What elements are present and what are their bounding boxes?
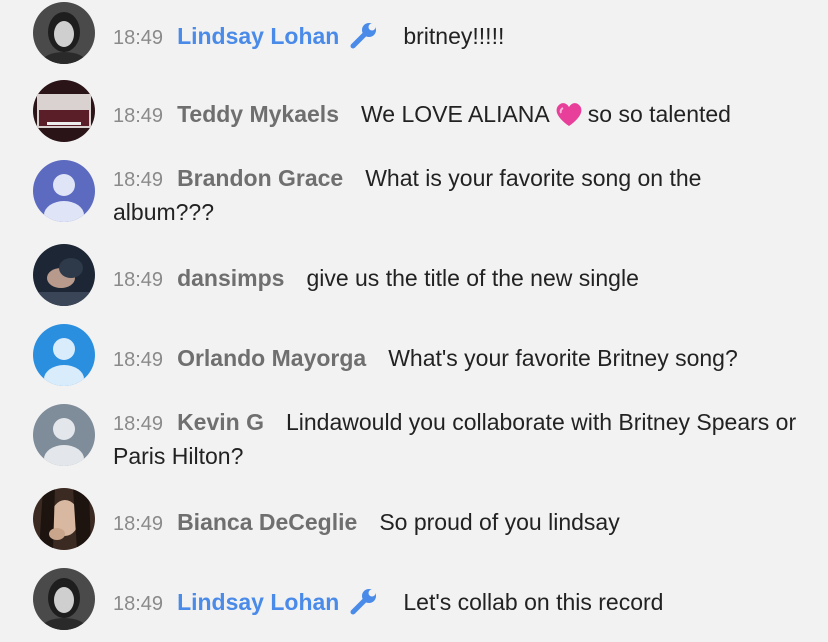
author-name[interactable]: Kevin G (177, 409, 264, 435)
pink-heart-icon (554, 100, 584, 136)
timestamp: 18:49 (113, 413, 164, 435)
timestamp: 18:49 (113, 105, 164, 127)
timestamp: 18:49 (113, 269, 164, 291)
avatar[interactable] (33, 2, 95, 64)
timestamp: 18:49 (113, 169, 164, 191)
timestamp: 18:49 (113, 593, 164, 615)
avatar[interactable] (33, 160, 95, 222)
avatar[interactable] (33, 404, 95, 466)
wrench-icon (349, 22, 379, 58)
message-text: so so talented (587, 101, 731, 127)
author-name[interactable]: dansimps (177, 265, 284, 291)
avatar[interactable] (33, 568, 95, 630)
timestamp: 18:49 (113, 513, 164, 535)
wrench-icon (349, 588, 379, 624)
avatar[interactable] (33, 324, 95, 386)
author-name[interactable]: Teddy Mykaels (177, 101, 339, 127)
message-text: britney!!!!! (403, 23, 505, 49)
chat-list: 18:49 Lindsay Lohan britney!!!!! 18:49 Tedd… (0, 0, 828, 642)
avatar[interactable] (33, 80, 95, 142)
avatar[interactable] (33, 244, 95, 306)
message-text: What's your favorite Britney song? (388, 345, 738, 371)
author-name[interactable]: Lindsay Lohan (177, 23, 339, 49)
message-text: So proud of you lindsay (379, 509, 620, 535)
message-text: give us the title of the new single (306, 265, 639, 291)
message-text: Let's collab on this record (403, 589, 664, 615)
author-name[interactable]: Brandon Grace (177, 165, 343, 191)
author-name[interactable]: Orlando Mayorga (177, 345, 366, 371)
author-name[interactable]: Bianca DeCeglie (177, 509, 357, 535)
timestamp: 18:49 (113, 349, 164, 371)
avatar[interactable] (33, 488, 95, 550)
author-name[interactable]: Lindsay Lohan (177, 589, 339, 615)
timestamp: 18:49 (113, 27, 164, 49)
message-text: We LOVE ALIANA (360, 101, 550, 127)
